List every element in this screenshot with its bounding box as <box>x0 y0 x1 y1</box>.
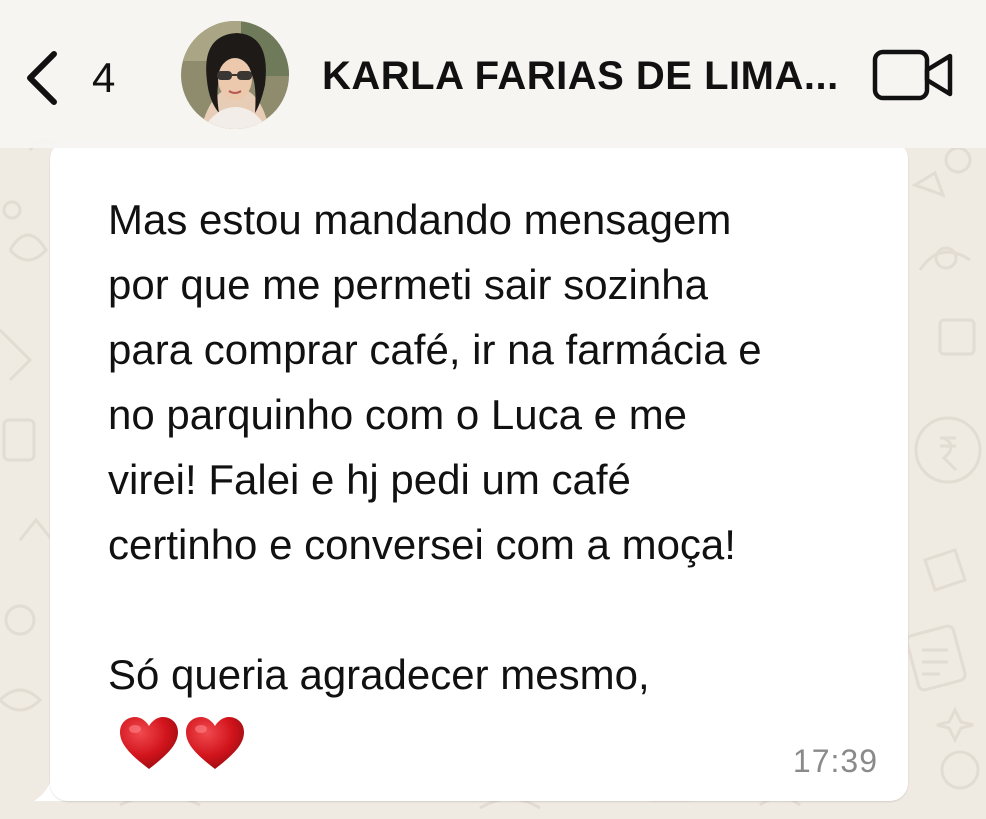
profile-photo <box>181 21 289 129</box>
video-camera-icon <box>872 49 953 101</box>
heart-icon <box>186 717 244 769</box>
chat-header: 4 KARLA FARIAS DE LIMA... <box>0 0 986 148</box>
chevron-left-icon <box>27 51 57 105</box>
avatar[interactable] <box>181 21 289 129</box>
back-button[interactable]: 4 <box>20 36 140 120</box>
bubble-body: Mas estou mandando mensagem por que me p… <box>50 141 908 801</box>
message-bubble[interactable]: Mas estou mandando mensagem por que me p… <box>28 141 908 801</box>
message-text: Mas estou mandando mensagem por que me p… <box>108 196 762 698</box>
message-time: 17:39 <box>792 743 878 779</box>
video-call-button[interactable] <box>870 44 958 106</box>
contact-name[interactable]: KARLA FARIAS DE LIMA... <box>322 50 842 102</box>
heart-icon <box>120 717 178 769</box>
unread-count: 4 <box>92 54 116 101</box>
emoji-row <box>118 715 246 775</box>
